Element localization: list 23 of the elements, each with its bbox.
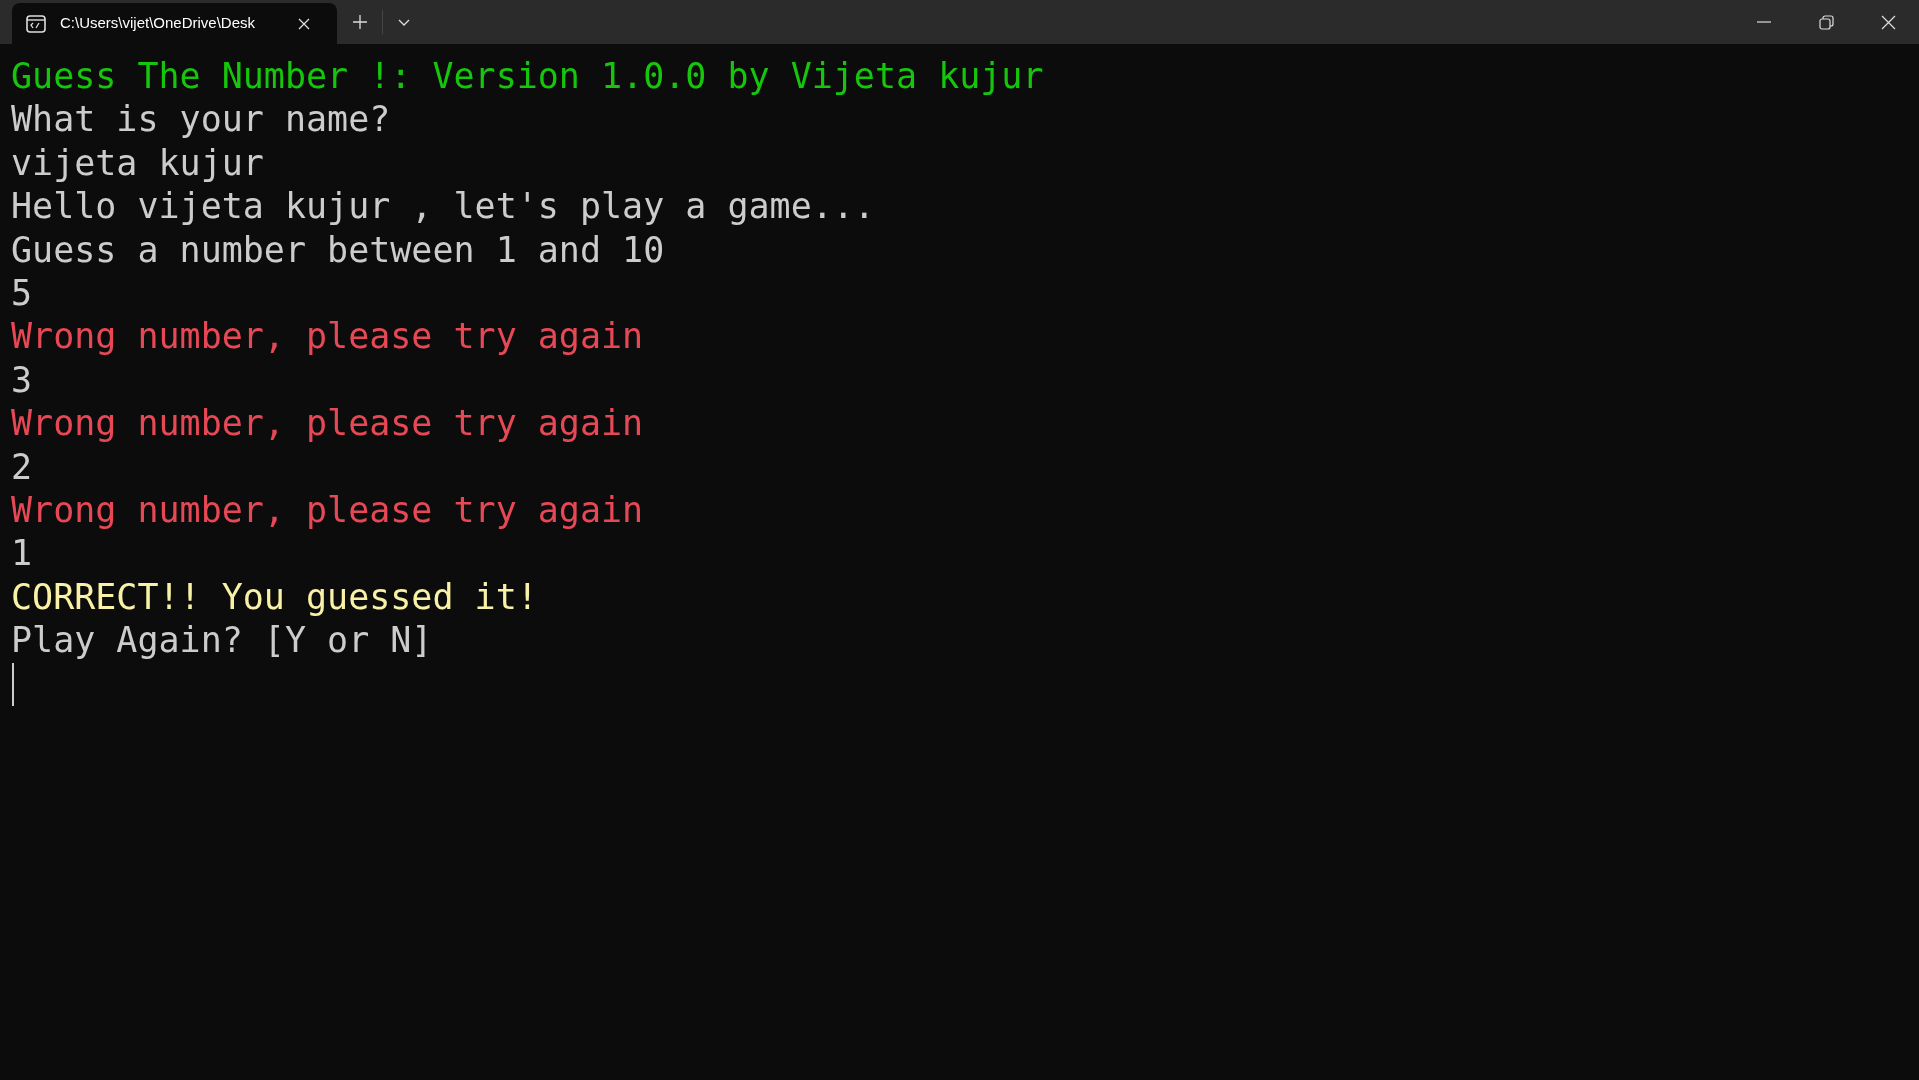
text-cursor bbox=[12, 662, 14, 706]
tab-title: C:\Users\vijet\OneDrive\Desk bbox=[60, 13, 257, 34]
user-input-text: 3 bbox=[11, 358, 33, 402]
user-input-text: vijeta kujur bbox=[11, 141, 264, 185]
dropdown-icon[interactable] bbox=[397, 17, 411, 27]
error-message: Wrong number, please try again bbox=[11, 402, 644, 446]
terminal-icon bbox=[26, 14, 46, 33]
user-input-text: 1 bbox=[11, 532, 33, 576]
terminal-tab[interactable]: C:\Users\vijet\OneDrive\Desk bbox=[12, 3, 337, 44]
error-message: Wrong number, please try again bbox=[11, 315, 644, 359]
error-message: Wrong number, please try again bbox=[11, 489, 644, 533]
console-output: What is your name? bbox=[11, 98, 391, 142]
restore-icon[interactable] bbox=[1818, 14, 1834, 30]
user-input-text: 5 bbox=[11, 272, 33, 316]
user-input-text: 2 bbox=[11, 445, 33, 489]
console-output: Play Again? [Y or N] bbox=[11, 619, 433, 663]
success-message: CORRECT!! You guessed it! bbox=[11, 575, 538, 619]
new-tab-icon[interactable] bbox=[352, 14, 368, 30]
console-output: Guess a number between 1 and 10 bbox=[11, 228, 665, 272]
close-icon[interactable] bbox=[1880, 14, 1896, 30]
close-tab-icon[interactable] bbox=[297, 16, 311, 31]
console-output: Hello vijeta kujur , let's play a game... bbox=[11, 185, 875, 229]
console-title: Guess The Number !: Version 1.0.0 by Vijeta kujur bbox=[11, 55, 1044, 98]
